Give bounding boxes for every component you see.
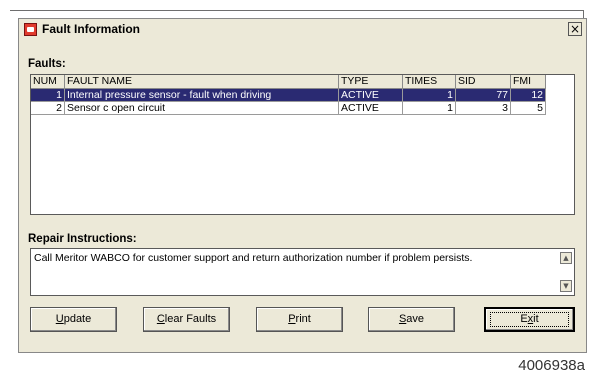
exit-button[interactable]: Exit bbox=[484, 307, 575, 332]
cell-num: 2 bbox=[31, 102, 65, 115]
app-icon bbox=[24, 23, 37, 36]
close-icon[interactable]: × bbox=[568, 22, 582, 36]
faults-label: Faults: bbox=[28, 58, 66, 70]
update-label: pdate bbox=[63, 313, 92, 325]
update-accelerator: U bbox=[55, 313, 64, 325]
clear-faults-label: lear Faults bbox=[164, 313, 217, 325]
cell-type: ACTIVE bbox=[339, 89, 403, 102]
repair-instructions-textbox[interactable]: Call Meritor WABCO for customer support … bbox=[30, 248, 575, 296]
table-row[interactable]: 2 Sensor c open circuit ACTIVE 1 3 5 bbox=[31, 102, 546, 115]
table-header: NUM FAULT NAME TYPE TIMES SID FMI bbox=[31, 75, 546, 89]
cell-times: 1 bbox=[403, 89, 456, 102]
column-header-times[interactable]: TIMES bbox=[403, 75, 456, 89]
column-header-fault-name[interactable]: FAULT NAME bbox=[65, 75, 339, 89]
scroll-down-arrow-icon[interactable]: ▼ bbox=[560, 280, 572, 292]
scroll-up-arrow-icon[interactable]: ▲ bbox=[560, 252, 572, 264]
cell-times: 1 bbox=[403, 102, 456, 115]
title-bar[interactable]: Fault Information × bbox=[19, 19, 586, 41]
column-header-sid[interactable]: SID bbox=[456, 75, 511, 89]
window-title: Fault Information bbox=[42, 22, 140, 36]
print-button[interactable]: Print bbox=[256, 307, 343, 332]
cell-sid: 3 bbox=[456, 102, 511, 115]
figure-id: 4006938a bbox=[518, 357, 585, 374]
repair-instructions-text: Call Meritor WABCO for customer support … bbox=[34, 252, 473, 264]
print-label: rint bbox=[295, 313, 311, 325]
cell-fault-name: Sensor c open circuit bbox=[65, 102, 339, 115]
fault-information-dialog: Fault Information × Faults: NUM FAULT NA… bbox=[18, 18, 587, 353]
focus-rectangle bbox=[490, 312, 569, 327]
save-label: ave bbox=[406, 313, 425, 325]
cell-type: ACTIVE bbox=[339, 102, 403, 115]
table-row[interactable]: 1 Internal pressure sensor - fault when … bbox=[31, 89, 546, 102]
clear-faults-button[interactable]: Clear Faults bbox=[143, 307, 230, 332]
column-header-fmi[interactable]: FMI bbox=[511, 75, 546, 89]
cell-sid: 77 bbox=[456, 89, 511, 102]
cell-num: 1 bbox=[31, 89, 65, 102]
column-header-num[interactable]: NUM bbox=[31, 75, 65, 89]
cell-fault-name: Internal pressure sensor - fault when dr… bbox=[65, 89, 339, 102]
print-accelerator: P bbox=[288, 313, 296, 325]
clear-faults-accelerator: C bbox=[156, 313, 165, 325]
update-button[interactable]: Update bbox=[30, 307, 117, 332]
faults-table[interactable]: NUM FAULT NAME TYPE TIMES SID FMI 1 Inte… bbox=[30, 74, 575, 215]
cell-fmi: 12 bbox=[511, 89, 546, 102]
cell-fmi: 5 bbox=[511, 102, 546, 115]
repair-instructions-label: Repair Instructions: bbox=[28, 233, 137, 245]
column-header-type[interactable]: TYPE bbox=[339, 75, 403, 89]
save-button[interactable]: Save bbox=[368, 307, 455, 332]
